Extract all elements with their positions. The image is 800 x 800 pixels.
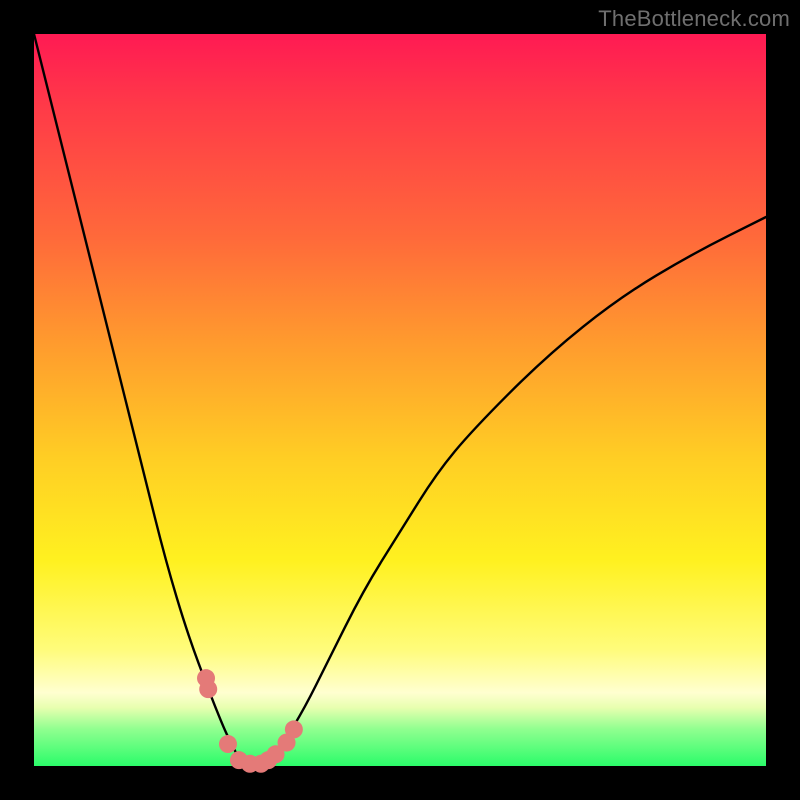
- chart-frame: TheBottleneck.com: [0, 0, 800, 800]
- bottleneck-curve: [34, 34, 766, 766]
- plot-area: [34, 34, 766, 766]
- highlight-dots: [197, 669, 303, 773]
- highlight-dot: [199, 680, 217, 698]
- watermark-text: TheBottleneck.com: [598, 6, 790, 32]
- highlight-dot: [219, 735, 237, 753]
- curve-layer: [34, 34, 766, 766]
- highlight-dot: [285, 720, 303, 738]
